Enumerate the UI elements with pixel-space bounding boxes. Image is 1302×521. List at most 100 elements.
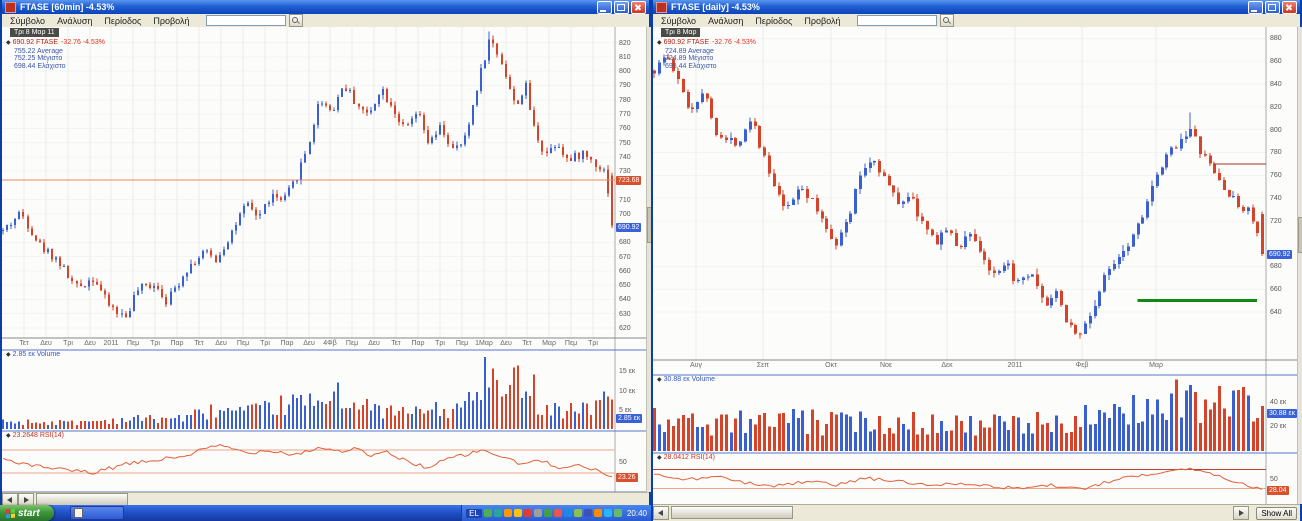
legend-indicator-line: 724.89 Average	[657, 48, 756, 56]
x-axis-label: Παρ	[170, 340, 183, 347]
price-tick-label: 640	[619, 296, 631, 303]
x-axis-label: Τετ	[194, 340, 203, 347]
symbol-search-input[interactable]	[206, 15, 286, 26]
tray-icon[interactable]	[484, 509, 492, 517]
price-tick-label: 670	[619, 254, 631, 261]
tray-icon[interactable]	[564, 509, 572, 517]
horizontal-scrollbar[interactable]	[653, 506, 1249, 519]
menu-item[interactable]: Σύμβολο	[655, 16, 702, 26]
price-tick-label: 660	[1270, 286, 1282, 293]
scroll-thumb[interactable]	[671, 506, 793, 519]
horizontal-scrollbar[interactable]	[2, 492, 649, 506]
price-tick-label: 840	[1270, 81, 1282, 88]
price-tick-label: 760	[619, 125, 631, 132]
price-tick-label: 630	[619, 311, 631, 318]
chart-body: ΑυγΣεπΟκτΝοεΔεκ2011ΦεβΜαρΤρι 8 Μαρ690.92…	[653, 27, 1300, 504]
close-button[interactable]	[1282, 1, 1297, 14]
menu-item[interactable]: Ανάλυση	[51, 16, 98, 26]
tray-icon[interactable]	[514, 509, 522, 517]
volume-header: 30.88 εκ Volume	[657, 376, 715, 384]
vscroll-thumb[interactable]	[1298, 217, 1302, 253]
price-tick-label: 770	[619, 111, 631, 118]
desktop: FTASE [60min] -4.53% ΣύμβολοΑνάλυσηΠερίο…	[0, 0, 1302, 521]
tray-icon[interactable]	[594, 509, 602, 517]
x-axis-label: Παρ	[411, 340, 424, 347]
search-icon[interactable]	[940, 14, 954, 27]
price-tick-label: 790	[619, 82, 631, 89]
x-axis-label: Σεπ	[757, 362, 769, 369]
x-axis-label: Δευ	[368, 340, 380, 347]
menu-item[interactable]: Περίοδος	[98, 16, 147, 26]
volume-tick-label: 10 εκ	[619, 388, 635, 395]
minimize-button[interactable]	[1248, 1, 1263, 14]
x-axis-label: Τρι	[63, 340, 73, 347]
x-axis-label: Δεκ	[941, 362, 952, 369]
change-text: -32.76 -4.53%	[61, 39, 105, 46]
maximize-button[interactable]	[614, 1, 629, 14]
language-indicator[interactable]: EL	[466, 509, 482, 518]
tray-icon[interactable]	[504, 509, 512, 517]
app-icon	[656, 2, 667, 13]
show-all-button[interactable]: Show All	[1256, 507, 1297, 520]
price-chart-canvas[interactable]	[2, 27, 646, 494]
tray-icon[interactable]	[494, 509, 502, 517]
maximize-button[interactable]	[1265, 1, 1280, 14]
tray-icon[interactable]	[544, 509, 552, 517]
scroll-right-icon[interactable]	[1233, 506, 1249, 520]
price-chart-canvas[interactable]	[653, 27, 1297, 507]
menu-item[interactable]: Προβολή	[147, 16, 195, 26]
price-tick-label: 730	[619, 168, 631, 175]
x-axis-label: Τρι	[260, 340, 270, 347]
x-axis-label: Τετ	[19, 340, 28, 347]
price-tick-label: 740	[1270, 195, 1282, 202]
change-text: -32.76 -4.53%	[712, 39, 756, 46]
tray-icon[interactable]	[554, 509, 562, 517]
price-tick-label: 860	[1270, 58, 1282, 65]
x-axis-label: Δευ	[84, 340, 96, 347]
x-axis-label: 2011	[103, 340, 118, 347]
tray-icon[interactable]	[604, 509, 612, 517]
tray-icon[interactable]	[574, 509, 582, 517]
taskbar-item[interactable]	[70, 506, 124, 520]
alert-price-box: 723.68	[616, 176, 641, 185]
start-button[interactable]: start	[0, 505, 54, 521]
x-axis-label: Πεμ	[127, 340, 139, 347]
menu-item[interactable]: Ανάλυση	[702, 16, 749, 26]
menu-item[interactable]: Προβολή	[798, 16, 846, 26]
search-icon[interactable]	[289, 14, 303, 27]
price-tick-label: 760	[1270, 172, 1282, 179]
date-tooltip: Τρι 8 Μαρ 11	[10, 28, 59, 37]
x-axis-label: Πεμ	[456, 340, 468, 347]
menu-item[interactable]: Σύμβολο	[4, 16, 51, 26]
title-bar[interactable]: FTASE [daily] -4.53%	[653, 0, 1300, 14]
symbol-search-input[interactable]	[857, 15, 937, 26]
minimize-button[interactable]	[597, 1, 612, 14]
tray-icon[interactable]	[584, 509, 592, 517]
tray-icon[interactable]	[534, 509, 542, 517]
windows-logo-icon	[6, 508, 15, 518]
title-bar[interactable]: FTASE [60min] -4.53%	[2, 0, 649, 14]
rsi-header: 23.2648 RSI(14)	[6, 432, 64, 440]
last-price-box: 690.92	[616, 223, 641, 232]
rsi-value-box: 28.04	[1267, 486, 1289, 495]
price-tick-label: 700	[619, 211, 631, 218]
rsi-tick-label: 50	[619, 459, 627, 466]
vertical-scrollbar[interactable]	[1297, 27, 1302, 504]
x-axis-label: Δευ	[215, 340, 227, 347]
price-tick-label: 640	[1270, 309, 1282, 316]
price-tick-label: 820	[619, 40, 631, 47]
tray-icon[interactable]	[614, 509, 622, 517]
date-tooltip: Τρι 8 Μαρ	[661, 28, 700, 37]
menu-items: ΣύμβολοΑνάλυσηΠερίοδοςΠροβολή	[655, 16, 847, 26]
close-button[interactable]	[631, 1, 646, 14]
clock[interactable]: 20:40	[627, 509, 647, 518]
price-tick-label: 750	[619, 140, 631, 147]
x-axis-label: Οκτ	[825, 362, 837, 369]
last-price-text: 690.92 FTASE	[664, 39, 709, 46]
tray-icon[interactable]	[524, 509, 532, 517]
scroll-left-icon[interactable]	[653, 506, 669, 520]
menu-item[interactable]: Περίοδος	[749, 16, 798, 26]
x-axis-label: Δευ	[303, 340, 315, 347]
price-tick-label: 680	[1270, 263, 1282, 270]
start-label: start	[18, 508, 40, 519]
